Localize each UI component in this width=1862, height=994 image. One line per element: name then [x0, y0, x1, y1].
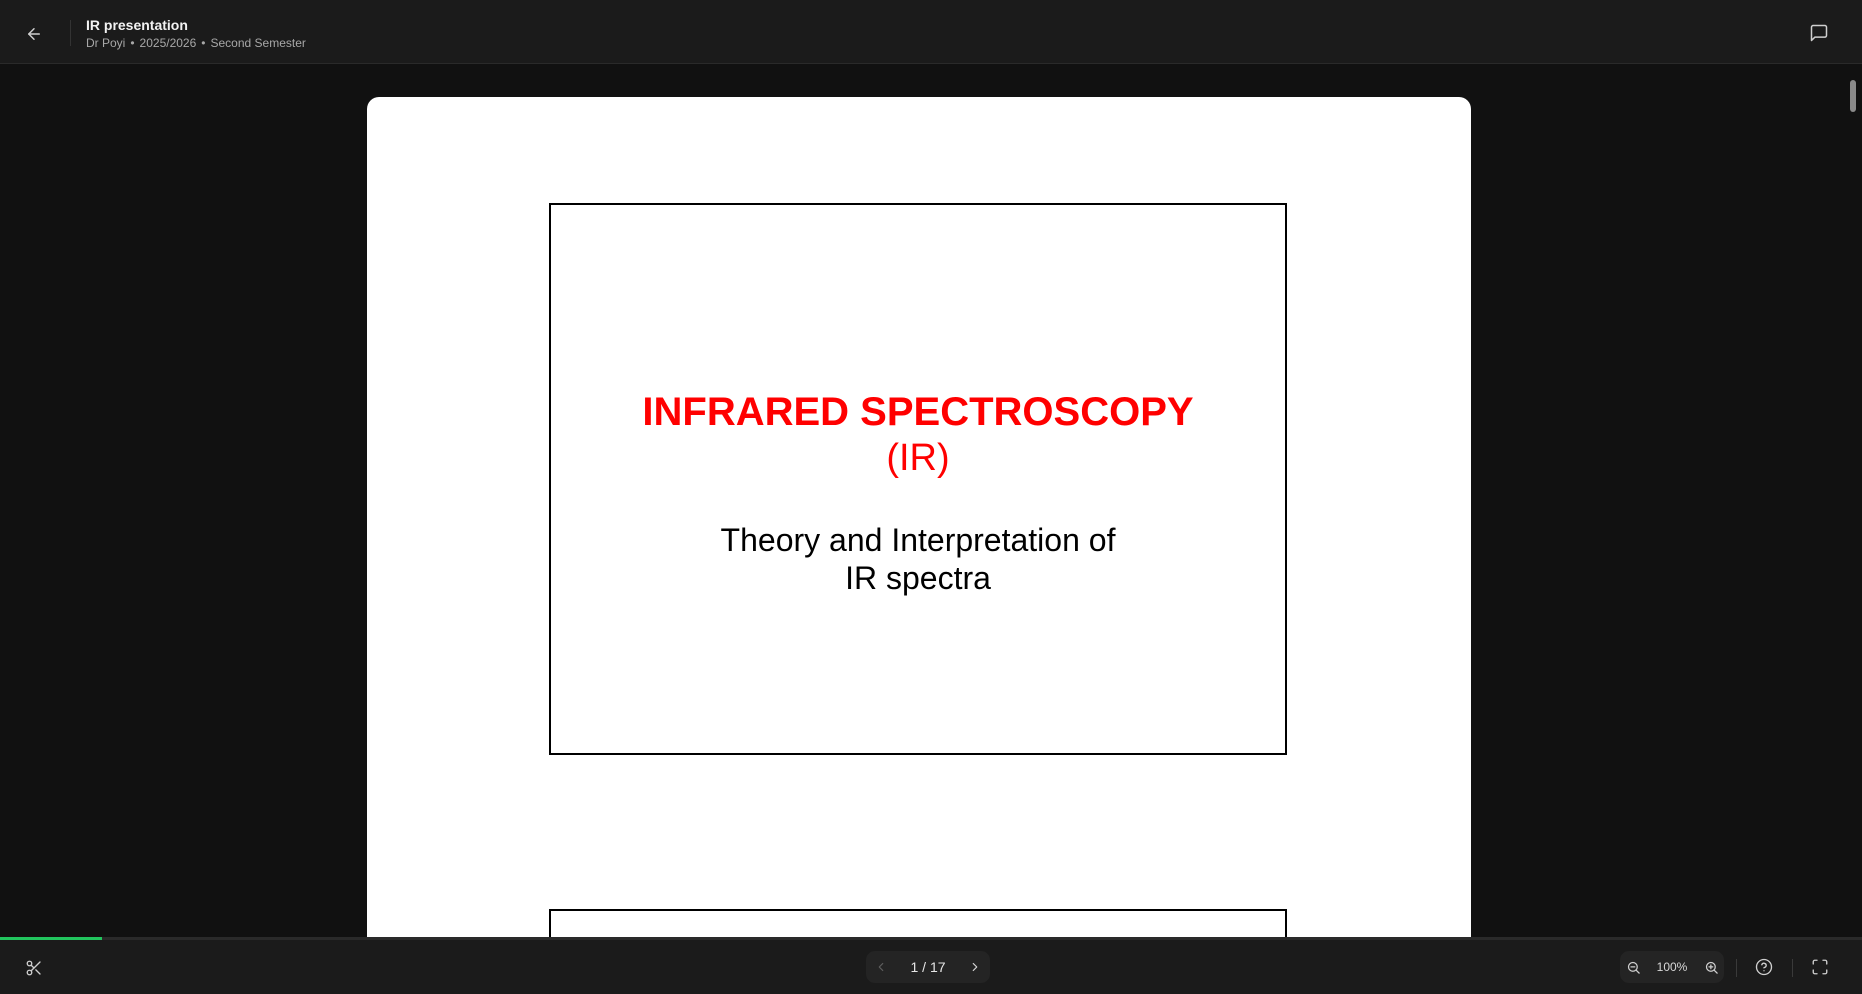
- page-navigator: 1 / 17: [866, 951, 990, 983]
- fullscreen-button[interactable]: [1806, 953, 1834, 981]
- top-bar: IR presentation Dr Poyi • 2025/2026 • Second…: [0, 0, 1862, 64]
- document-title-block: IR presentation Dr Poyi • 2025/2026 • Second…: [86, 16, 306, 51]
- zoom-out-button[interactable]: [1620, 951, 1646, 983]
- chevron-left-icon: [874, 960, 888, 974]
- slide-subtitle-line2: IR spectra: [845, 560, 991, 596]
- clip-button[interactable]: [20, 954, 48, 982]
- message-square-icon: [1809, 23, 1829, 43]
- document-meta: Dr Poyi • 2025/2026 • Second Semester: [86, 35, 306, 51]
- slide-abbreviation: (IR): [886, 437, 950, 479]
- slide-frame: INFRARED SPECTROSCOPY (IR) Theory and In…: [549, 203, 1287, 755]
- zoom-in-icon: [1704, 960, 1719, 975]
- next-page-button[interactable]: [960, 951, 990, 983]
- document-viewer-app: IR presentation Dr Poyi • 2025/2026 • Second…: [0, 0, 1862, 994]
- scissors-icon: [25, 959, 43, 977]
- arrow-left-icon: [25, 25, 43, 43]
- scrollbar-thumb[interactable]: [1850, 80, 1856, 112]
- page-indicator: 1 / 17: [910, 959, 946, 975]
- fullscreen-icon: [1811, 958, 1829, 976]
- previous-page-button[interactable]: [866, 951, 896, 983]
- comments-button[interactable]: [1804, 18, 1834, 48]
- slide-subtitle-line1: Theory and Interpretation of: [720, 522, 1116, 558]
- document-viewport[interactable]: INFRARED SPECTROSCOPY (IR) Theory and In…: [0, 64, 1862, 938]
- bottom-toolbar: 1 / 17 100%: [0, 940, 1862, 994]
- academic-session: 2025/2026: [139, 36, 197, 50]
- meta-separator: •: [201, 36, 206, 50]
- top-divider: [70, 20, 71, 46]
- author-name: Dr Poyi: [86, 36, 126, 50]
- scrollbar-track[interactable]: [1845, 64, 1862, 938]
- help-button[interactable]: [1750, 953, 1778, 981]
- chevron-right-icon: [968, 960, 982, 974]
- zoom-in-button[interactable]: [1698, 951, 1724, 983]
- toolbar-divider: [1736, 959, 1737, 977]
- semester-label: Second Semester: [210, 36, 306, 50]
- document-page: INFRARED SPECTROSCOPY (IR) Theory and In…: [367, 97, 1471, 938]
- toolbar-divider: [1792, 959, 1793, 977]
- meta-separator: •: [130, 36, 135, 50]
- slide-title: INFRARED SPECTROSCOPY: [642, 390, 1194, 434]
- back-button[interactable]: [18, 18, 50, 50]
- help-circle-icon: [1755, 958, 1773, 976]
- next-slide-frame: [549, 909, 1287, 938]
- zoom-out-icon: [1626, 960, 1641, 975]
- document-title: IR presentation: [86, 17, 188, 33]
- zoom-level: 100%: [1656, 960, 1688, 974]
- zoom-controls: 100%: [1620, 951, 1724, 983]
